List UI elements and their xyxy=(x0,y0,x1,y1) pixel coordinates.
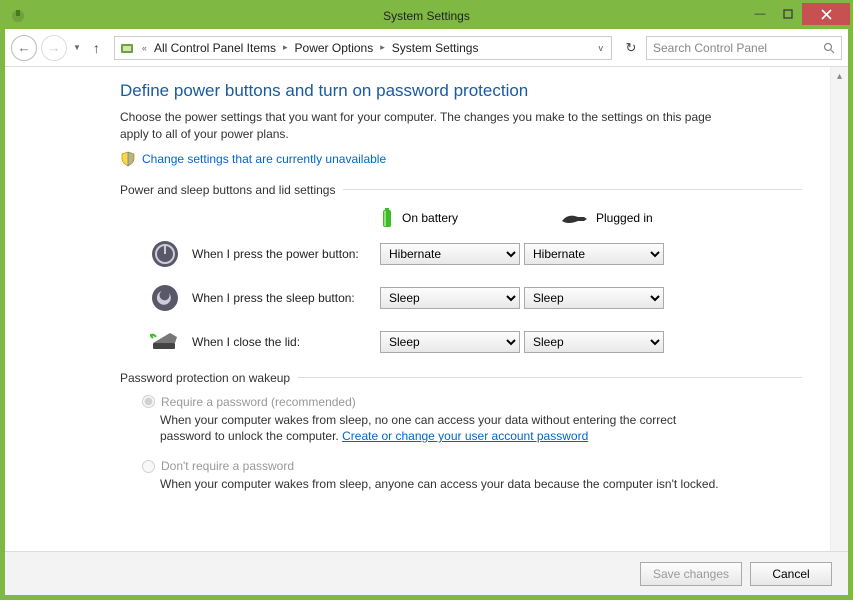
power-button-battery-select[interactable]: Do nothingSleepHibernateShut down xyxy=(380,243,520,265)
sleep-button-battery-select[interactable]: Do nothingSleepHibernateShut down xyxy=(380,287,520,309)
maximize-button[interactable] xyxy=(774,3,802,25)
lid-plugged-select[interactable]: Do nothingSleepHibernateShut down xyxy=(524,331,664,353)
require-password-radio[interactable] xyxy=(142,395,155,408)
address-dropdown-icon[interactable]: v xyxy=(595,43,608,53)
row-label: When I press the power button: xyxy=(192,247,380,261)
window-title: System Settings xyxy=(3,9,850,23)
close-button[interactable] xyxy=(802,3,850,25)
page-description: Choose the power settings that you want … xyxy=(120,109,730,143)
window-frame: System Settings — ← → ▼ ↑ « All Control … xyxy=(0,0,853,600)
breadcrumb-item[interactable]: System Settings xyxy=(392,41,479,55)
require-password-desc: When your computer wakes from sleep, no … xyxy=(142,412,720,446)
forward-button[interactable]: → xyxy=(41,35,67,61)
shield-icon xyxy=(120,151,136,167)
chevron-right-icon: ▸ xyxy=(377,42,388,53)
lid-icon xyxy=(150,327,180,357)
save-changes-button[interactable]: Save changes xyxy=(640,562,742,586)
change-settings-link[interactable]: Change settings that are currently unava… xyxy=(142,152,386,166)
minimize-button[interactable]: — xyxy=(746,3,774,25)
footer: Save changes Cancel xyxy=(5,551,848,595)
cancel-button[interactable]: Cancel xyxy=(750,562,832,586)
row-label: When I close the lid: xyxy=(192,335,380,349)
search-input[interactable]: Search Control Panel xyxy=(646,36,842,60)
battery-icon xyxy=(380,207,394,229)
titlebar: System Settings — xyxy=(3,3,850,29)
change-settings-row: Change settings that are currently unava… xyxy=(120,151,802,167)
close-lid-row: When I close the lid: Do nothingSleepHib… xyxy=(120,327,802,357)
breadcrumb-overflow-icon[interactable]: « xyxy=(139,43,150,53)
col-plugged-in: Plugged in xyxy=(560,207,700,229)
nav-toolbar: ← → ▼ ↑ « All Control Panel Items ▸ Powe… xyxy=(5,29,848,67)
no-password-radio[interactable] xyxy=(142,460,155,473)
require-password-label: Require a password (recommended) xyxy=(161,395,356,409)
create-password-link[interactable]: Create or change your user account passw… xyxy=(342,429,588,443)
power-button-row: When I press the power button: Do nothin… xyxy=(120,239,802,269)
content-scroll: Define power buttons and turn on passwor… xyxy=(5,67,830,551)
section-password-protection: Password protection on wakeup xyxy=(120,371,802,385)
no-password-label: Don't require a password xyxy=(161,459,294,473)
sleep-button-plugged-select[interactable]: Do nothingSleepHibernateShut down xyxy=(524,287,664,309)
search-placeholder: Search Control Panel xyxy=(653,41,823,55)
address-bar[interactable]: « All Control Panel Items ▸ Power Option… xyxy=(114,36,612,60)
section-power-buttons: Power and sleep buttons and lid settings xyxy=(120,183,802,197)
power-button-plugged-select[interactable]: Do nothingSleepHibernateShut down xyxy=(524,243,664,265)
page-heading: Define power buttons and turn on passwor… xyxy=(120,81,802,101)
window-controls: — xyxy=(746,3,850,25)
plug-icon xyxy=(560,211,588,225)
content-area: Define power buttons and turn on passwor… xyxy=(5,67,848,551)
breadcrumb-item[interactable]: All Control Panel Items xyxy=(154,41,276,55)
app-icon xyxy=(9,7,27,25)
col-on-battery: On battery xyxy=(380,207,520,229)
row-label: When I press the sleep button: xyxy=(192,291,380,305)
sleep-button-icon xyxy=(150,283,180,313)
no-password-desc: When your computer wakes from sleep, any… xyxy=(142,476,720,493)
lid-battery-select[interactable]: Do nothingSleepHibernateShut down xyxy=(380,331,520,353)
history-dropdown-icon[interactable]: ▼ xyxy=(71,43,83,52)
scroll-up-icon[interactable]: ▴ xyxy=(837,71,842,82)
search-icon xyxy=(823,42,835,54)
breadcrumb-item[interactable]: Power Options xyxy=(295,41,374,55)
sleep-button-row: When I press the sleep button: Do nothin… xyxy=(120,283,802,313)
control-panel-icon xyxy=(119,40,135,56)
no-password-option: Don't require a password When your compu… xyxy=(120,459,720,493)
power-button-icon xyxy=(150,239,180,269)
chevron-right-icon: ▸ xyxy=(280,42,291,53)
require-password-option: Require a password (recommended) When yo… xyxy=(120,395,720,446)
column-headers: On battery Plugged in xyxy=(120,207,802,229)
scrollbar[interactable]: ▴ xyxy=(830,67,848,551)
up-button[interactable]: ↑ xyxy=(87,40,106,56)
back-button[interactable]: ← xyxy=(11,35,37,61)
refresh-button[interactable]: ↻ xyxy=(620,36,642,60)
